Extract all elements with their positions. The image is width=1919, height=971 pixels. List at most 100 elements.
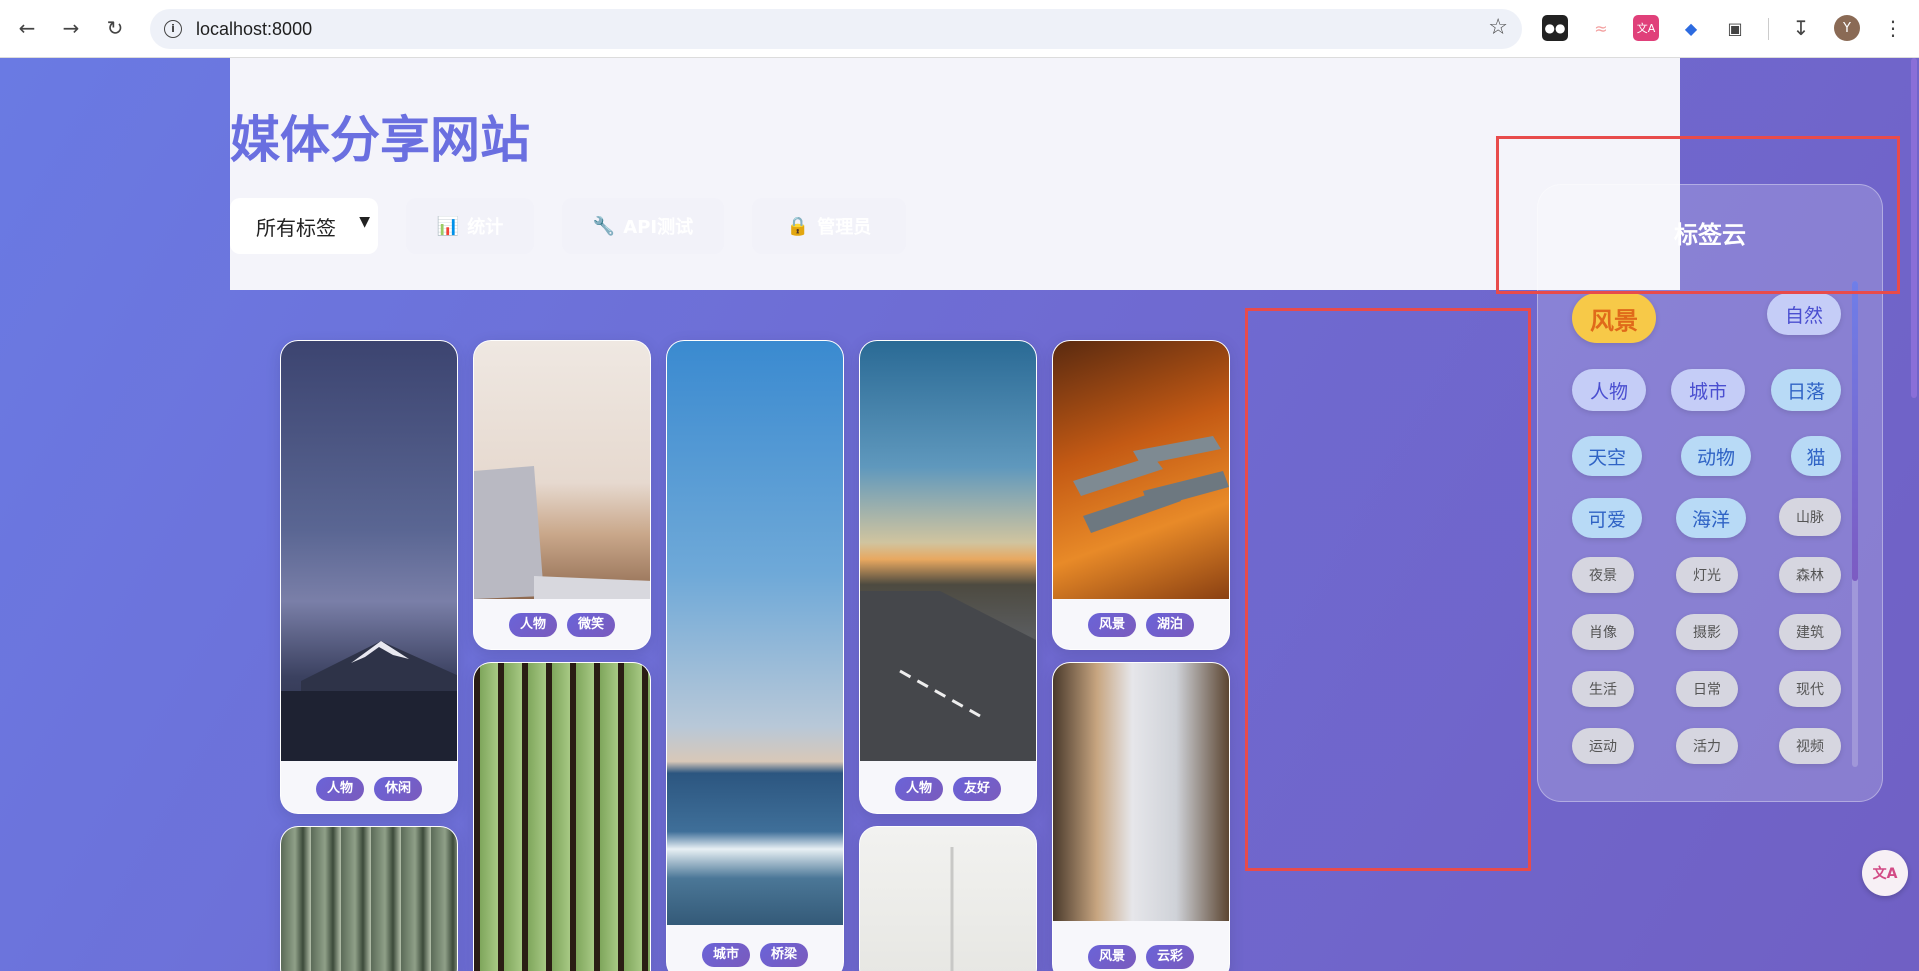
page-scroll-thumb[interactable] [1911,58,1917,398]
translate-extension-icon[interactable]: 文A [1633,15,1659,41]
page-viewport: 媒体分享网站 所有标签 ▼ 📊 统计 🔧 API测试 🔒 管理员 人物 休闲 人… [0,58,1919,971]
site-info-icon[interactable]: i [164,20,182,38]
cloud-tag[interactable]: 猫 [1791,436,1841,476]
cloud-tag[interactable]: 运动 [1572,728,1634,764]
tag-pill[interactable]: 人物 [894,777,943,801]
media-card[interactable] [859,826,1037,971]
mountain-image [281,641,457,761]
tag-pill[interactable]: 风景 [1087,613,1136,637]
tag-pill[interactable]: 风景 [1087,945,1136,969]
wrench-icon: 🔧 [592,215,616,237]
admin-button-label: 管理员 [817,217,872,238]
tower-shape [950,847,954,971]
back-icon[interactable]: ← [12,13,42,43]
cloud-tag[interactable]: 天空 [1572,436,1642,476]
menu-kebab-icon[interactable]: ⋮ [1880,15,1906,41]
address-bar[interactable]: i localhost:8000 ☆ [150,9,1522,49]
url-text: localhost:8000 [196,19,313,39]
tag-pill[interactable]: 友好 [953,777,1002,801]
card-tags: 城市 桥梁 [667,943,843,967]
media-card[interactable]: 人物 友好 [859,340,1037,814]
profile-avatar[interactable]: Y [1834,15,1860,41]
media-card[interactable]: 城市 桥梁 [666,340,844,971]
cloud-tag[interactable]: 人物 [1572,369,1646,411]
toolbar-divider [1768,18,1769,40]
chart-icon: 📊 [436,215,460,237]
cloud-tag[interactable]: 可爱 [1572,498,1642,538]
media-card[interactable] [473,662,651,971]
cloud-tag[interactable]: 森林 [1779,557,1841,593]
road-shape [860,591,1036,761]
site-title: 媒体分享网站 [230,111,530,169]
cloud-tag[interactable]: 动物 [1681,436,1751,476]
bookmark-star-icon[interactable]: ☆ [1488,15,1508,40]
road-image [860,341,1036,761]
cloud-tag[interactable]: 活力 [1676,728,1738,764]
cloud-tag[interactable]: 自然 [1767,293,1841,335]
card-tags: 风景 湖泊 [1053,613,1229,637]
building-image [281,827,457,971]
cloud-tag[interactable]: 日落 [1771,369,1841,411]
card-tags: 人物 微笑 [474,613,650,637]
cloud-tag[interactable]: 现代 [1779,671,1841,707]
laptop-shape [474,466,650,599]
tag-filter-select[interactable]: 所有标签 ▼ [230,198,378,254]
tag-pill[interactable]: 人物 [508,613,557,637]
tag-pill[interactable]: 城市 [701,943,750,967]
tag-filter-value: 所有标签 [256,216,336,240]
cloud-tag[interactable]: 灯光 [1676,557,1738,593]
tag-cloud-scroll-thumb[interactable] [1852,281,1858,581]
cloud-tag[interactable]: 肖像 [1572,614,1634,650]
chevron-down-icon: ▼ [359,214,370,230]
cloud-tag[interactable]: 海洋 [1676,498,1746,538]
media-card[interactable]: 人物 微笑 [473,340,651,650]
tag-pill[interactable]: 云彩 [1146,945,1195,969]
page-scrollbar[interactable] [1909,58,1919,971]
cloud-tag[interactable]: 夜景 [1572,557,1634,593]
extension-icon-1[interactable]: ●● [1542,15,1568,41]
reload-icon[interactable]: ↻ [100,13,130,43]
cloud-tag[interactable]: 山脉 [1779,498,1841,536]
media-card[interactable] [280,826,458,971]
forward-icon[interactable]: → [56,13,86,43]
cloud-tag[interactable]: 建筑 [1779,614,1841,650]
tag-pill[interactable]: 桥梁 [760,943,809,967]
translate-float-icon[interactable]: 文A [1862,850,1908,896]
cloud-tag[interactable]: 摄影 [1676,614,1738,650]
card-tags: 人物 友好 [860,777,1036,801]
cloud-tag[interactable]: 城市 [1671,369,1745,411]
card-tags: 风景 云彩 [1053,945,1229,969]
ocean-image [667,341,843,925]
highlight-box-tag-cloud-title [1496,136,1900,294]
media-card[interactable]: 风景 湖泊 [1052,340,1230,650]
window-plants-image [474,663,650,971]
cloud-tag[interactable]: 日常 [1676,671,1738,707]
extension-icon-2[interactable]: ◆ [1678,15,1704,41]
bench-shape [1073,436,1229,533]
cloud-tag[interactable]: 风景 [1572,293,1656,343]
tower-image [860,827,1036,971]
tag-pill[interactable]: 微笑 [567,613,616,637]
tag-pill[interactable]: 湖泊 [1146,613,1195,637]
tag-pill[interactable]: 人物 [315,777,364,801]
browser-toolbar: ← → ↻ i localhost:8000 ☆ ●● ≈ 文A ◆ ▣ ↧ Y… [0,0,1919,58]
rss-icon[interactable]: ≈ [1588,15,1614,41]
tag-pill[interactable]: 休闲 [374,777,423,801]
lock-icon: 🔒 [786,215,810,237]
download-icon[interactable]: ↧ [1788,15,1814,41]
curtain-image [1053,663,1229,921]
admin-button[interactable]: 🔒 管理员 [752,198,906,254]
laptop-image [474,341,650,599]
stats-button[interactable]: 📊 统计 [406,198,534,254]
media-card[interactable]: 人物 休闲 [280,340,458,814]
stats-button-label: 统计 [467,217,504,238]
tag-cloud-scrollbar[interactable] [1852,281,1858,767]
extensions-puzzle-icon[interactable]: ▣ [1722,15,1748,41]
autumn-bench-image [1053,341,1229,599]
api-test-button[interactable]: 🔧 API测试 [562,198,724,254]
media-image [281,341,457,761]
cloud-tag[interactable]: 视频 [1779,728,1841,764]
site-header: 媒体分享网站 所有标签 ▼ 📊 统计 🔧 API测试 🔒 管理员 [230,58,1680,290]
cloud-tag[interactable]: 生活 [1572,671,1634,707]
media-card[interactable]: 风景 云彩 [1052,662,1230,971]
